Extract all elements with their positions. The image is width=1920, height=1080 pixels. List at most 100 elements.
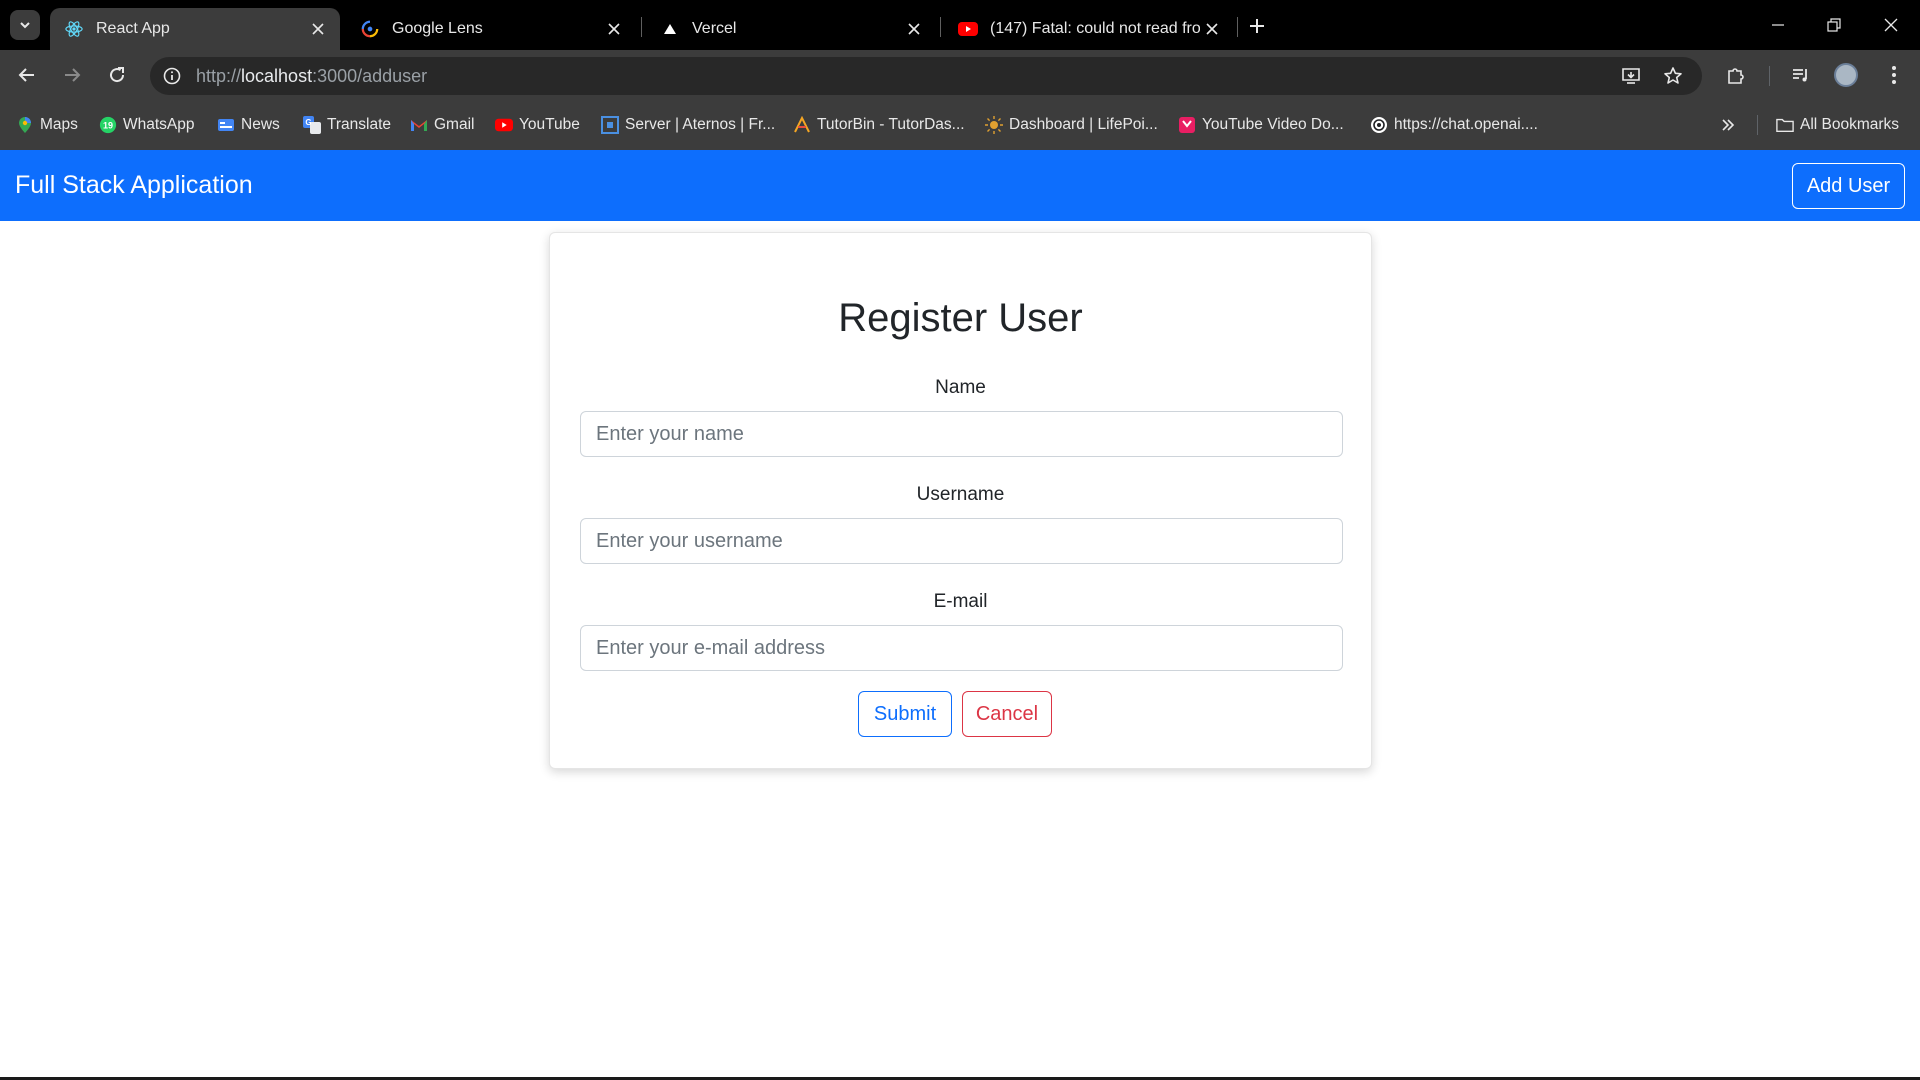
install-app-icon[interactable] [1617,62,1645,90]
reload-icon [110,67,125,83]
restore-button[interactable] [1814,8,1854,42]
bookmark-star-icon[interactable] [1659,62,1687,90]
aternos-icon [601,116,619,134]
browser-toolbar: http://localhost:3000/adduser [0,50,1920,100]
navbar-brand[interactable]: Full Stack Application [15,171,253,200]
all-bookmarks-button[interactable]: All Bookmarks [1776,113,1899,137]
svg-text:G: G [305,118,311,127]
bookmark-youtube[interactable]: YouTube [495,113,580,137]
tab-separator [1237,17,1238,37]
bookmark-label: Maps [40,116,78,133]
double-chevron-right-icon [1722,119,1735,131]
add-user-button[interactable]: Add User [1792,163,1905,209]
bookmark-label: TutorBin - TutorDas... [817,116,965,133]
plus-icon [1250,19,1264,33]
email-input[interactable] [580,625,1343,671]
gmail-icon [410,116,428,134]
close-tab-icon[interactable] [602,17,626,41]
translate-icon: G [303,116,321,134]
username-input[interactable] [580,518,1343,564]
bookmark-youtube-downloader[interactable]: YouTube Video Do... [1178,113,1344,137]
profile-avatar[interactable] [1834,63,1858,87]
maps-icon [16,116,34,134]
tab-search-button[interactable] [10,10,40,40]
youtube-icon [958,19,978,39]
url-path: :3000/adduser [312,66,428,86]
tutorbin-icon [793,116,811,134]
bookmark-label: Dashboard | LifePoi... [1009,116,1158,133]
register-user-card: Register User Name Username E-mail Submi… [549,232,1372,769]
bookmark-tutorbin[interactable]: TutorBin - TutorDas... [793,113,965,137]
address-bar[interactable]: http://localhost:3000/adduser [150,57,1702,95]
url-scheme: http:// [196,66,242,86]
close-tab-icon[interactable] [1200,17,1224,41]
chevron-down-icon [20,22,30,29]
minimize-icon [1772,24,1784,26]
tab-youtube-fatal[interactable]: (147) Fatal: could not read from [944,8,1234,50]
vercel-icon [660,19,680,39]
close-tab-icon[interactable] [306,17,330,41]
arrow-left-icon [18,68,34,82]
google-lens-icon [360,19,380,39]
browser-menu-button[interactable] [1877,58,1911,92]
tab-title: Vercel [692,20,737,37]
tab-title: Google Lens [392,20,483,37]
react-icon [64,19,84,39]
bookmark-lifepoints[interactable]: Dashboard | LifePoi... [985,113,1158,137]
bookmark-label: News [241,116,280,133]
bookmark-label: Server | Aternos | Fr... [625,116,776,133]
url-text[interactable]: http://localhost:3000/adduser [196,66,427,87]
bookmark-label: YouTube Video Do... [1202,116,1344,133]
arrow-right-icon [65,68,81,82]
form-title: Register User [838,296,1083,340]
bookmark-label: YouTube [519,116,580,133]
extensions-button[interactable] [1719,58,1753,92]
media-queue-icon [1793,69,1807,82]
openai-icon [1370,116,1388,134]
bookmarks-separator [1757,115,1758,135]
url-host: localhost [241,66,313,86]
site-info-icon[interactable] [158,62,186,90]
bookmark-label: Translate [327,116,392,133]
lifepoints-icon [985,116,1003,134]
bookmark-translate[interactable]: G Translate [303,113,391,137]
close-window-button[interactable] [1871,8,1911,42]
close-tab-icon[interactable] [902,17,926,41]
close-icon [1884,18,1898,32]
bookmark-label: https://chat.openai.... [1394,116,1538,133]
bookmark-chatgpt[interactable]: https://chat.openai.... [1370,113,1538,137]
new-tab-button[interactable] [1244,13,1270,39]
bookmark-whatsapp[interactable]: 19 WhatsApp [99,113,195,137]
bookmarks-bar: Maps 19 WhatsApp News G Translate Gmail … [0,100,1920,150]
tab-react-app[interactable]: React App [50,8,340,50]
bookmark-news[interactable]: News [217,113,280,137]
tab-separator [641,17,642,37]
back-button[interactable] [10,58,44,92]
tab-title: (147) Fatal: could not read from [990,20,1200,37]
bookmark-gmail[interactable]: Gmail [410,113,474,137]
restore-icon [1827,18,1841,32]
tab-title: React App [96,20,170,37]
news-icon [217,116,235,134]
cancel-button[interactable]: Cancel [962,691,1052,737]
bookmark-aternos[interactable]: Server | Aternos | Fr... [601,113,775,137]
bookmark-maps[interactable]: Maps [16,113,78,137]
bookmark-label: Gmail [434,116,475,133]
submit-button[interactable]: Submit [858,691,952,737]
youtube-icon [495,116,513,134]
tab-separator [940,17,941,37]
downloader-icon [1178,116,1196,134]
tab-google-lens[interactable]: Google Lens [346,8,636,50]
reload-button[interactable] [100,58,134,92]
name-input[interactable] [580,411,1343,457]
more-bookmarks-button[interactable] [1716,113,1740,137]
forward-button[interactable] [55,58,89,92]
minimize-button[interactable] [1758,8,1798,42]
username-label: Username [916,484,1005,505]
puzzle-icon [1728,68,1744,84]
all-bookmarks-label: All Bookmarks [1800,116,1900,133]
media-controls-button[interactable] [1784,58,1818,92]
tab-vercel[interactable]: Vercel [646,8,936,50]
more-vertical-icon [1892,66,1896,84]
email-label: E-mail [933,591,988,612]
